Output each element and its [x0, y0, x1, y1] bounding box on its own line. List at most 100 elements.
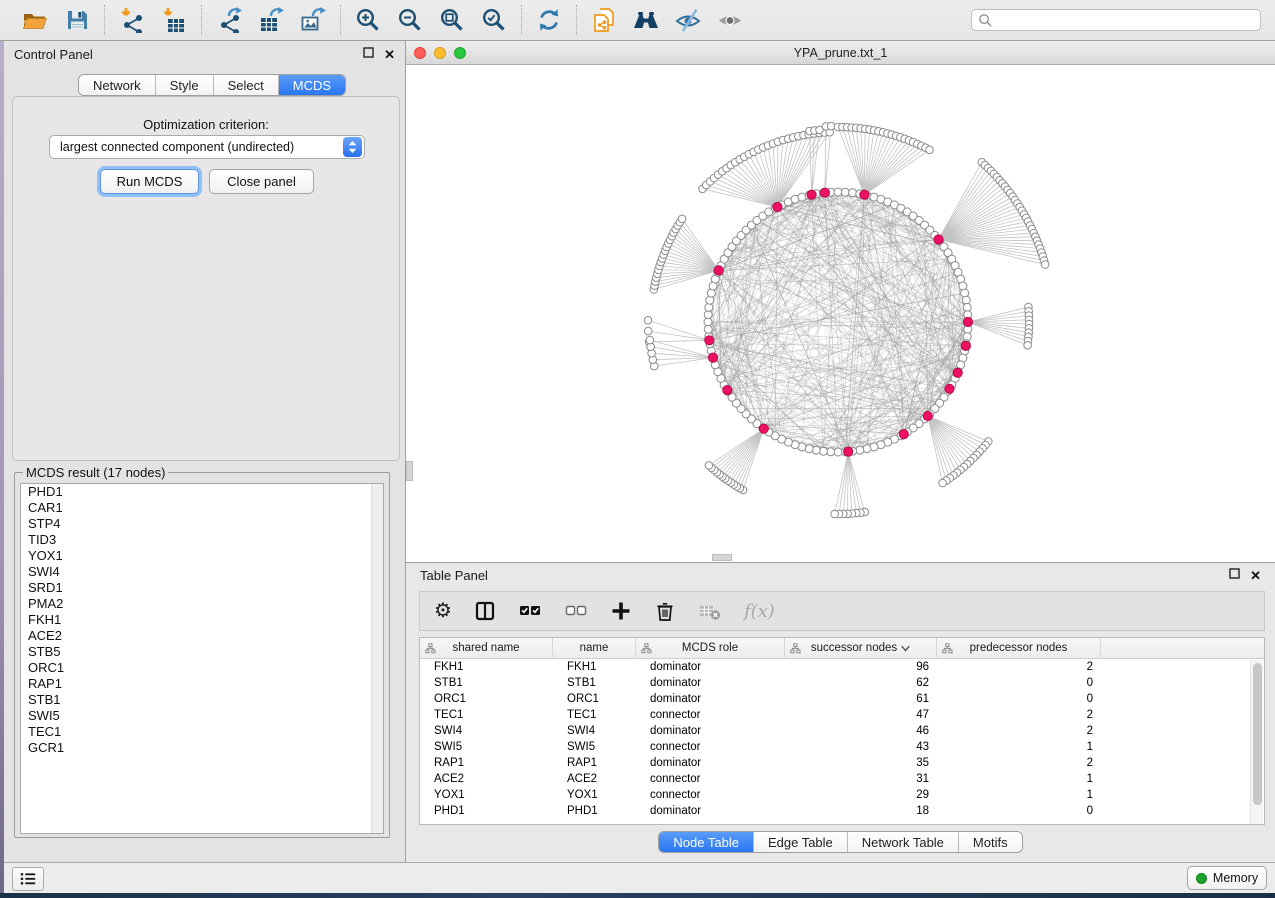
import-table-icon[interactable]	[160, 6, 188, 34]
cell-successor-nodes[interactable]: 35	[785, 755, 937, 771]
cell-shared-name[interactable]: SWI5	[420, 739, 553, 755]
cell-name[interactable]: SWI5	[553, 739, 636, 755]
cell-predecessor-nodes[interactable]: 1	[937, 739, 1101, 755]
criterion-select[interactable]: largest connected component (undirected)	[49, 135, 365, 159]
mcds-result-item[interactable]: FKH1	[21, 612, 383, 628]
cell-successor-nodes[interactable]: 61	[785, 691, 937, 707]
binoculars-icon[interactable]	[632, 6, 660, 34]
mcds-result-item[interactable]: TEC1	[21, 724, 383, 740]
mcds-result-item[interactable]: STP4	[21, 516, 383, 532]
table-row[interactable]: PHD1PHD1dominator180	[420, 803, 1264, 819]
cell-name[interactable]: PHD1	[553, 803, 636, 819]
cell-name[interactable]: FKH1	[553, 659, 636, 675]
refresh-icon[interactable]	[535, 6, 563, 34]
cell-shared-name[interactable]: SWI4	[420, 723, 553, 739]
mcds-list-scrollbar[interactable]	[371, 484, 383, 833]
float-window-icon[interactable]	[1229, 566, 1240, 584]
column-header-successor-nodes[interactable]: successor nodes	[785, 638, 937, 658]
splitter-grip-horizontal[interactable]	[712, 554, 732, 561]
mcds-result-item[interactable]: YOX1	[21, 548, 383, 564]
eye-icon[interactable]	[716, 6, 744, 34]
table-row[interactable]: ACE2ACE2connector311	[420, 771, 1264, 787]
deselect-all-icon[interactable]	[564, 600, 588, 622]
cell-successor-nodes[interactable]: 47	[785, 707, 937, 723]
tab-network-table[interactable]: Network Table	[848, 832, 959, 852]
export-network-icon[interactable]	[215, 6, 243, 34]
select-all-icon[interactable]	[518, 600, 542, 622]
close-icon[interactable]: ✕	[384, 48, 395, 61]
mcds-result-item[interactable]: ACE2	[21, 628, 383, 644]
cell-predecessor-nodes[interactable]: 0	[937, 691, 1101, 707]
cell-shared-name[interactable]: RAP1	[420, 755, 553, 771]
cell-successor-nodes[interactable]: 96	[785, 659, 937, 675]
cell-name[interactable]: ACE2	[553, 771, 636, 787]
cell-successor-nodes[interactable]: 31	[785, 771, 937, 787]
cell-successor-nodes[interactable]: 62	[785, 675, 937, 691]
cell-name[interactable]: STB1	[553, 675, 636, 691]
column-header-predecessor-nodes[interactable]: predecessor nodes	[937, 638, 1101, 658]
table-row[interactable]: RAP1RAP1dominator352	[420, 755, 1264, 771]
mcds-result-item[interactable]: CAR1	[21, 500, 383, 516]
cell-successor-nodes[interactable]: 46	[785, 723, 937, 739]
cell-predecessor-nodes[interactable]: 1	[937, 787, 1101, 803]
cell-MCDS-role[interactable]: connector	[636, 787, 785, 803]
cell-MCDS-role[interactable]: connector	[636, 771, 785, 787]
cell-MCDS-role[interactable]: connector	[636, 739, 785, 755]
cell-shared-name[interactable]: STB1	[420, 675, 553, 691]
cell-name[interactable]: ORC1	[553, 691, 636, 707]
table-scrollbar[interactable]	[1250, 660, 1263, 824]
cell-predecessor-nodes[interactable]: 1	[937, 771, 1101, 787]
eye-slash-icon[interactable]	[674, 6, 702, 34]
mcds-result-item[interactable]: PMA2	[21, 596, 383, 612]
mcds-result-item[interactable]: ORC1	[21, 660, 383, 676]
column-header-name[interactable]: name	[553, 638, 636, 658]
export-image-icon[interactable]	[299, 6, 327, 34]
cell-shared-name[interactable]: TEC1	[420, 707, 553, 723]
cell-successor-nodes[interactable]: 43	[785, 739, 937, 755]
close-panel-button[interactable]: Close panel	[209, 169, 314, 194]
cell-shared-name[interactable]: YOX1	[420, 787, 553, 803]
table-row[interactable]: SWI4SWI4dominator462	[420, 723, 1264, 739]
table-row[interactable]: TEC1TEC1connector472	[420, 707, 1264, 723]
close-icon[interactable]: ✕	[1250, 569, 1261, 582]
tab-style[interactable]: Style	[156, 75, 214, 95]
cell-predecessor-nodes[interactable]: 2	[937, 707, 1101, 723]
cell-shared-name[interactable]: PHD1	[420, 803, 553, 819]
mcds-result-item[interactable]: RAP1	[21, 676, 383, 692]
tab-select[interactable]: Select	[214, 75, 279, 95]
tab-motifs[interactable]: Motifs	[959, 832, 1022, 852]
delete-row-icon[interactable]	[654, 600, 676, 622]
gear-icon[interactable]: ⚙	[434, 601, 452, 621]
add-row-icon[interactable]	[610, 600, 632, 622]
search-input[interactable]	[997, 13, 1254, 27]
table-row[interactable]: STB1STB1dominator620	[420, 675, 1264, 691]
mcds-result-item[interactable]: PHD1	[21, 484, 383, 500]
memory-button[interactable]: Memory	[1187, 866, 1267, 890]
table-row[interactable]: FKH1FKH1dominator962	[420, 659, 1264, 675]
network-canvas[interactable]	[406, 65, 1275, 562]
cell-shared-name[interactable]: ORC1	[420, 691, 553, 707]
cell-MCDS-role[interactable]: dominator	[636, 691, 785, 707]
search-field[interactable]	[971, 9, 1261, 31]
cell-name[interactable]: RAP1	[553, 755, 636, 771]
cell-MCDS-role[interactable]: dominator	[636, 723, 785, 739]
column-header-shared-name[interactable]: shared name	[420, 638, 553, 658]
cell-MCDS-role[interactable]: connector	[636, 707, 785, 723]
cell-MCDS-role[interactable]: dominator	[636, 755, 785, 771]
cell-shared-name[interactable]: FKH1	[420, 659, 553, 675]
zoom-fit-icon[interactable]	[438, 6, 466, 34]
mcds-result-item[interactable]: SWI4	[21, 564, 383, 580]
mcds-result-item[interactable]: SRD1	[21, 580, 383, 596]
cell-name[interactable]: TEC1	[553, 707, 636, 723]
tab-node-table[interactable]: Node Table	[659, 832, 754, 852]
mcds-result-item[interactable]: STB1	[21, 692, 383, 708]
zoom-selected-icon[interactable]	[480, 6, 508, 34]
cell-predecessor-nodes[interactable]: 2	[937, 659, 1101, 675]
cell-name[interactable]: YOX1	[553, 787, 636, 803]
mcds-result-list[interactable]: PHD1CAR1STP4TID3YOX1SWI4SRD1PMA2FKH1ACE2…	[20, 483, 384, 834]
cell-predecessor-nodes[interactable]: 2	[937, 755, 1101, 771]
cell-MCDS-role[interactable]: dominator	[636, 803, 785, 819]
cell-name[interactable]: SWI4	[553, 723, 636, 739]
mcds-result-item[interactable]: STB5	[21, 644, 383, 660]
cell-successor-nodes[interactable]: 29	[785, 787, 937, 803]
